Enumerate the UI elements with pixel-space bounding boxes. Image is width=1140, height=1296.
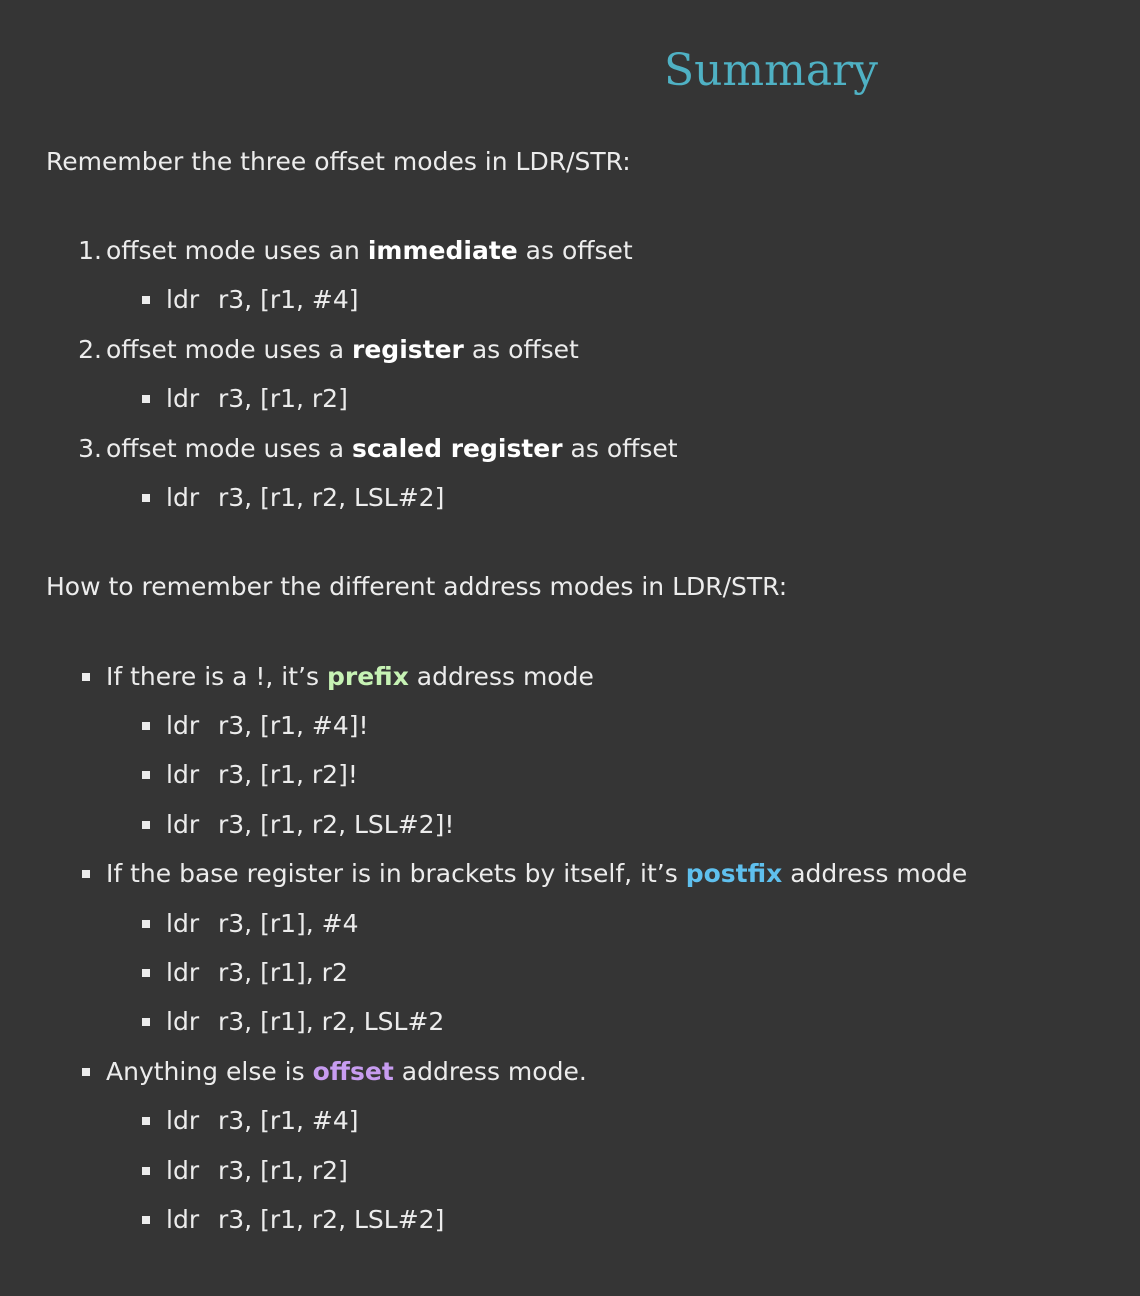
square-bullet-icon	[142, 920, 150, 928]
code-op: ldr	[166, 285, 200, 314]
square-bullet-icon	[142, 969, 150, 977]
code-args: r3, [r1], #4	[218, 909, 359, 938]
code-example: ldr r3, [r1], r2, LSL#2	[142, 1005, 445, 1039]
item-emphasis: register	[352, 335, 464, 364]
item-text: offset mode uses a	[106, 335, 353, 364]
code-op: ldr	[166, 1205, 200, 1234]
code-args: r3, [r1, r2, LSL#2]	[218, 483, 445, 512]
code-args: r3, [r1, r2]	[218, 1156, 348, 1185]
square-bullet-icon	[142, 1018, 150, 1026]
square-bullet-icon	[82, 1068, 90, 1076]
offset-mode-item: 3. offset mode uses a scaled register as …	[78, 432, 678, 466]
code-args: r3, [r1, r2]	[218, 384, 348, 413]
code-example: ldr r3, [r1, r2, LSL#2]!	[142, 808, 455, 842]
square-bullet-icon	[142, 722, 150, 730]
square-bullet-icon	[82, 673, 90, 681]
offset-intro: Remember the three offset modes in LDR/S…	[46, 147, 631, 176]
code-op: ldr	[166, 958, 200, 987]
code-args: r3, [r1, r2, LSL#2]!	[218, 810, 455, 839]
offset-label: offset	[312, 1057, 394, 1086]
square-bullet-icon	[82, 870, 90, 878]
item-text: as offset	[517, 236, 633, 265]
item-emphasis: scaled register	[352, 434, 563, 463]
square-bullet-icon	[142, 1216, 150, 1224]
code-args: r3, [r1, #4]	[218, 285, 359, 314]
code-args: r3, [r1, r2, LSL#2]	[218, 1205, 445, 1234]
list-number: 2.	[78, 335, 102, 364]
item-emphasis: immediate	[367, 236, 518, 265]
item-text: address mode	[782, 859, 968, 888]
code-example: ldr r3, [r1, r2, LSL#2]	[142, 481, 445, 515]
address-mode-item: If the base register is in brackets by i…	[82, 857, 968, 891]
list-number: 1.	[78, 236, 102, 265]
item-text: address mode.	[393, 1057, 587, 1086]
code-op: ldr	[166, 1106, 200, 1135]
item-text: Anything else is	[106, 1057, 313, 1086]
item-text: as offset	[463, 335, 579, 364]
code-example: ldr r3, [r1, r2]	[142, 1154, 348, 1188]
offset-mode-item: 1. offset mode uses an immediate as offse…	[78, 234, 633, 268]
code-op: ldr	[166, 810, 200, 839]
page-title: Summary	[663, 45, 878, 96]
address-mode-item: If there is a !, it’s prefix address mod…	[82, 660, 594, 694]
code-op: ldr	[166, 1156, 200, 1185]
square-bullet-icon	[142, 395, 150, 403]
code-args: r3, [r1, r2]!	[218, 760, 358, 789]
code-example: ldr r3, [r1, r2]	[142, 382, 348, 416]
code-op: ldr	[166, 1007, 200, 1036]
square-bullet-icon	[142, 1117, 150, 1125]
code-example: ldr r3, [r1, r2, LSL#2]	[142, 1203, 445, 1237]
code-op: ldr	[166, 909, 200, 938]
offset-mode-item: 2. offset mode uses a register as offset	[78, 333, 579, 367]
code-args: r3, [r1], r2	[218, 958, 348, 987]
code-args: r3, [r1, #4]!	[218, 711, 369, 740]
square-bullet-icon	[142, 1167, 150, 1175]
postfix-label: postfix	[685, 859, 783, 888]
prefix-label: prefix	[326, 662, 409, 691]
square-bullet-icon	[142, 296, 150, 304]
address-mode-item: Anything else is offset address mode.	[82, 1055, 587, 1089]
item-text: If the base register is in brackets by i…	[106, 859, 686, 888]
item-text: address mode	[408, 662, 594, 691]
square-bullet-icon	[142, 821, 150, 829]
square-bullet-icon	[142, 771, 150, 779]
code-example: ldr r3, [r1, #4]	[142, 283, 359, 317]
code-example: ldr r3, [r1, #4]!	[142, 709, 369, 743]
item-text: as offset	[562, 434, 678, 463]
item-text: If there is a !, it’s	[106, 662, 327, 691]
square-bullet-icon	[142, 494, 150, 502]
code-example: ldr r3, [r1, r2]!	[142, 758, 358, 792]
item-text: offset mode uses a	[106, 434, 353, 463]
code-op: ldr	[166, 711, 200, 740]
code-example: ldr r3, [r1], #4	[142, 907, 359, 941]
code-example: ldr r3, [r1, #4]	[142, 1104, 359, 1138]
list-number: 3.	[78, 434, 102, 463]
code-args: r3, [r1], r2, LSL#2	[218, 1007, 445, 1036]
code-op: ldr	[166, 384, 200, 413]
code-example: ldr r3, [r1], r2	[142, 956, 348, 990]
code-op: ldr	[166, 483, 200, 512]
item-text: offset mode uses an	[106, 236, 368, 265]
code-op: ldr	[166, 760, 200, 789]
address-intro: How to remember the different address mo…	[46, 572, 788, 601]
code-args: r3, [r1, #4]	[218, 1106, 359, 1135]
